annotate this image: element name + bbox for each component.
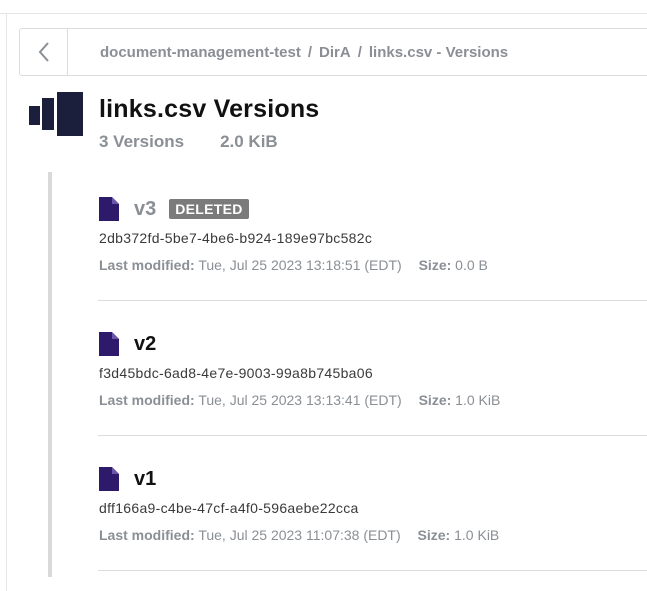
version-label: v1 xyxy=(134,467,157,490)
version-label: v2 xyxy=(134,332,157,355)
size-label: Size: xyxy=(418,392,452,408)
version-id: f3d45bdc-6ad8-4e7e-9003-99a8b745ba06 xyxy=(99,365,373,381)
chevron-left-icon xyxy=(38,42,49,62)
versions-summary: 3 Versions 2.0 KiB xyxy=(99,132,278,152)
version-divider xyxy=(98,570,647,571)
file-icon xyxy=(99,332,119,356)
version-label: v3 xyxy=(134,197,157,220)
bookshelf-icon xyxy=(29,92,83,136)
size-value: 1.0 KiB xyxy=(454,527,500,543)
version-item[interactable]: v3 DELETED 2db372fd-5be7-4be6-b924-189e9… xyxy=(99,197,647,273)
last-modified-label: Last modified: xyxy=(99,392,195,408)
left-divider xyxy=(6,14,7,591)
back-button[interactable] xyxy=(20,29,68,75)
size-value: 1.0 KiB xyxy=(455,392,501,408)
breadcrumb-separator: / xyxy=(357,43,362,61)
last-modified-value: Tue, Jul 25 2023 13:13:41 (EDT) xyxy=(198,392,402,408)
breadcrumb: document-management-test / DirA / links.… xyxy=(68,44,508,61)
size-label: Size: xyxy=(418,257,452,273)
last-modified-value: Tue, Jul 25 2023 11:07:38 (EDT) xyxy=(198,527,401,543)
version-meta: Last modified: Tue, Jul 25 2023 11:07:38… xyxy=(99,527,647,543)
deleted-badge: DELETED xyxy=(169,199,249,219)
breadcrumb-bar: document-management-test / DirA / links.… xyxy=(19,28,647,76)
version-item[interactable]: v1 dff166a9-c4be-47cf-a4f0-596aebe22cca … xyxy=(99,467,647,543)
breadcrumb-separator: / xyxy=(307,43,313,61)
version-count: 3 Versions xyxy=(99,132,185,151)
version-meta: Last modified: Tue, Jul 25 2023 13:18:51… xyxy=(99,257,647,273)
timeline-rail xyxy=(48,172,52,577)
version-item[interactable]: v2 f3d45bdc-6ad8-4e7e-9003-99a8b745ba06 … xyxy=(99,332,647,408)
size-label: Size: xyxy=(417,527,451,543)
total-size: 2.0 KiB xyxy=(220,132,278,151)
last-modified-value: Tue, Jul 25 2023 13:18:51 (EDT) xyxy=(198,257,402,273)
version-id: 2db372fd-5be7-4be6-b924-189e97bc582c xyxy=(99,230,373,246)
version-id: dff166a9-c4be-47cf-a4f0-596aebe22cca xyxy=(99,500,359,516)
file-icon xyxy=(99,197,119,221)
last-modified-label: Last modified: xyxy=(99,527,195,543)
version-divider xyxy=(98,435,647,436)
version-divider xyxy=(98,300,647,301)
file-icon xyxy=(99,467,119,491)
top-divider xyxy=(0,13,647,14)
page-title: links.csv Versions xyxy=(99,95,320,123)
size-value: 0.0 B xyxy=(455,257,488,273)
breadcrumb-bucket[interactable]: document-management-test xyxy=(100,44,301,61)
breadcrumb-folder[interactable]: DirA xyxy=(319,44,351,61)
last-modified-label: Last modified: xyxy=(99,257,195,273)
breadcrumb-current: links.csv - Versions xyxy=(368,43,509,61)
version-meta: Last modified: Tue, Jul 25 2023 13:13:41… xyxy=(99,392,647,408)
